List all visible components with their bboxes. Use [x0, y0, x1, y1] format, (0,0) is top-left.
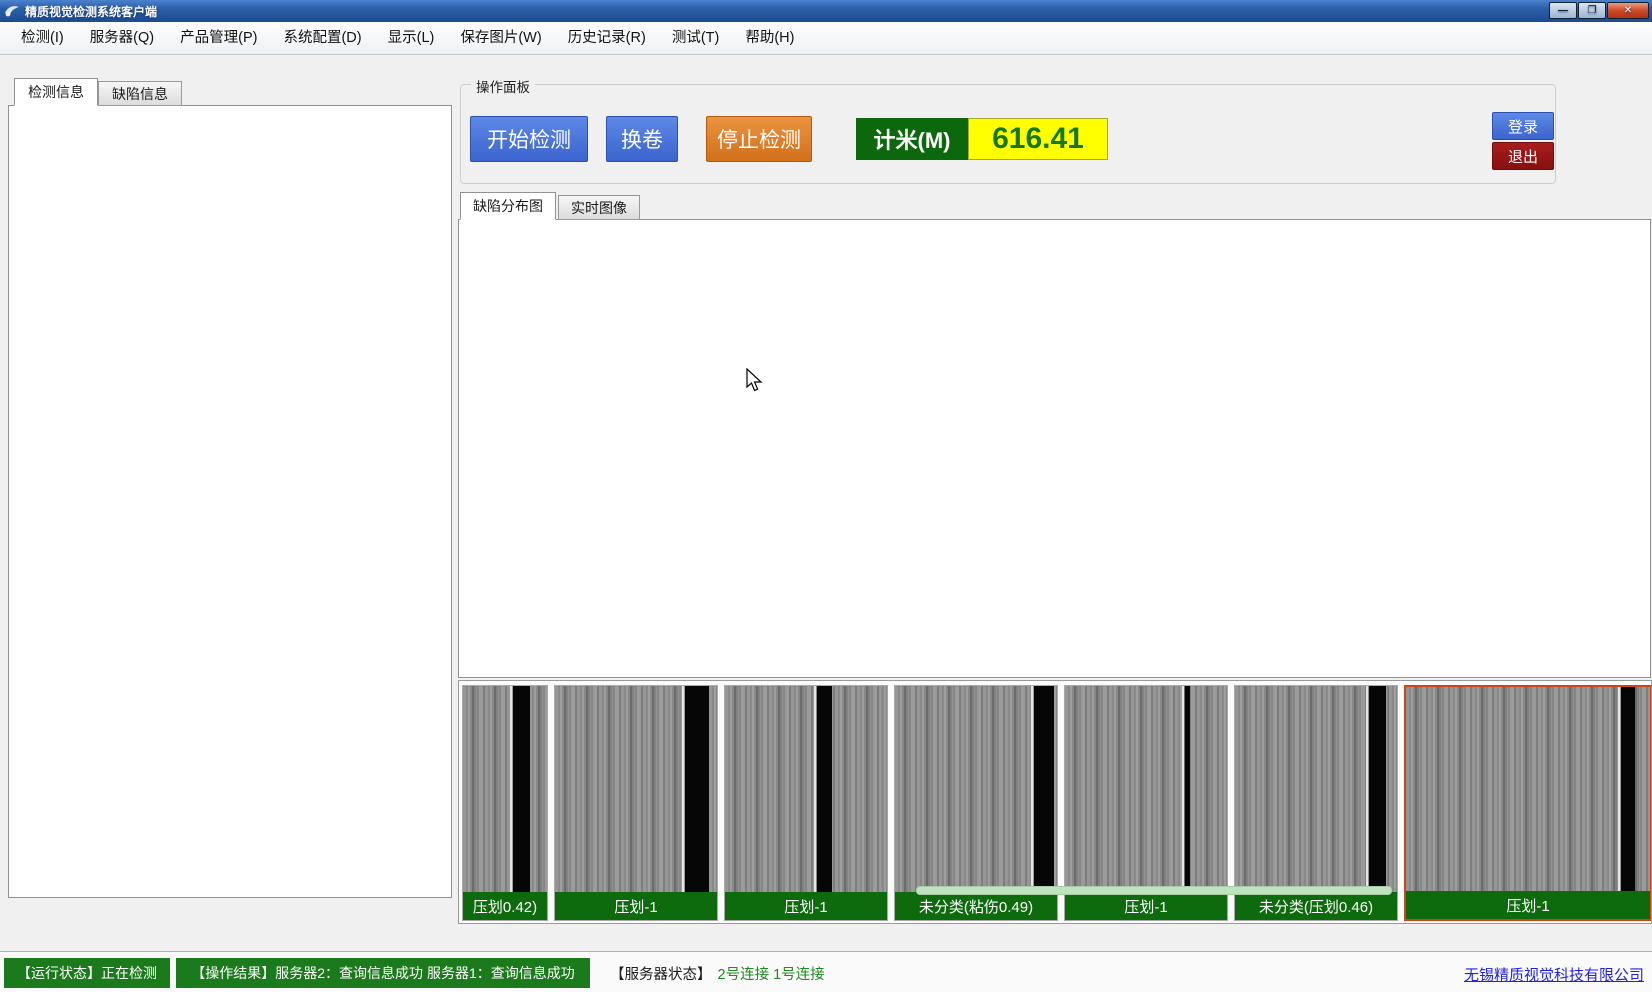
stop-detect-button[interactable]: 停止检测 — [706, 116, 812, 162]
tab-detect-info[interactable]: 检测信息 — [14, 78, 98, 106]
menu-item[interactable]: 产品管理(P) — [167, 22, 270, 54]
thumbnail-item[interactable]: 压划-1 — [554, 685, 718, 921]
defect-thumbnail-image — [1406, 687, 1650, 895]
defect-thumbnail-image — [1235, 686, 1397, 894]
company-link[interactable]: 无锡精质视觉科技有限公司 — [1464, 964, 1644, 985]
tab-defect-info[interactable]: 缺陷信息 — [98, 81, 182, 106]
thumbnail-item[interactable]: 压划0.42) — [462, 685, 548, 921]
defect-thumbnail-image — [463, 686, 547, 894]
menu-item[interactable]: 系统配置(D) — [270, 22, 374, 54]
server-status: 【服务器状态】 2号连接 1号连接 — [610, 958, 825, 988]
thumbnail-label: 未分类(粘伤0.49) — [895, 892, 1057, 920]
title-bar[interactable]: 精质视觉检测系统客户端 — ❐ ✕ — [0, 0, 1652, 22]
operation-result-badge: 【操作结果】服务器2：查询信息成功 服务器1：查询信息成功 — [176, 958, 590, 988]
defect-thumbnail-image — [1065, 686, 1227, 894]
exit-button[interactable]: 退出 — [1492, 142, 1554, 170]
menu-item[interactable]: 测试(T) — [659, 22, 733, 54]
left-tab-panel — [8, 105, 452, 898]
thumbnail-item[interactable]: 压划-1 — [1404, 685, 1652, 921]
defect-thumbnail-image — [555, 686, 717, 894]
tab-defect-distribution[interactable]: 缺陷分布图 — [460, 192, 556, 220]
menu-item[interactable]: 检测(I) — [8, 22, 77, 54]
menu-bar: 检测(I)服务器(Q)产品管理(P)系统配置(D)显示(L)保存图片(W)历史记… — [0, 22, 1652, 55]
app-icon — [4, 4, 20, 18]
thumbnail-label: 压划-1 — [725, 892, 887, 920]
menu-item[interactable]: 显示(L) — [375, 22, 448, 54]
change-roll-button[interactable]: 换卷 — [606, 116, 678, 162]
run-status-badge: 【运行状态】正在检测 — [4, 958, 170, 988]
server-status-value: 2号连接 1号连接 — [718, 963, 825, 984]
thumbnail-label: 压划-1 — [1406, 891, 1650, 919]
operation-panel-title: 操作面板 — [471, 76, 535, 96]
application-window: 精质视觉检测系统客户端 — ❐ ✕ 检测(I)服务器(Q)产品管理(P)系统配置… — [0, 0, 1652, 992]
meter-count-value: 616.41 — [968, 118, 1108, 160]
maximize-button[interactable]: ❐ — [1578, 2, 1606, 19]
menu-item[interactable]: 帮助(H) — [732, 22, 807, 54]
tab-realtime-image[interactable]: 实时图像 — [558, 195, 640, 220]
menu-item[interactable]: 保存图片(W) — [447, 22, 554, 54]
login-button[interactable]: 登录 — [1492, 112, 1554, 140]
thumbnail-label: 压划-1 — [555, 892, 717, 920]
minimize-button[interactable]: — — [1549, 2, 1577, 19]
defect-thumbnail-strip: 压划-1 未分类(压划0.46) 压划-1 未分类(粘伤0.49) 压划-1 压划-1 压划… — [458, 680, 1652, 924]
thumbnail-label: 压划0.42) — [463, 892, 547, 920]
server-status-label: 【服务器状态】 — [610, 963, 712, 984]
thumbnail-label: 压划-1 — [1065, 892, 1227, 920]
close-button[interactable]: ✕ — [1607, 2, 1649, 19]
defect-thumbnail-image — [895, 686, 1057, 894]
menu-item[interactable]: 历史记录(R) — [555, 22, 659, 54]
status-bar: 【运行状态】正在检测 【操作结果】服务器2：查询信息成功 服务器1：查询信息成功… — [0, 951, 1652, 992]
defect-thumbnail-image — [725, 686, 887, 894]
menu-item[interactable]: 服务器(Q) — [77, 22, 167, 54]
window-title: 精质视觉检测系统客户端 — [25, 3, 157, 20]
thumbnail-label: 未分类(压划0.46) — [1235, 892, 1397, 920]
thumbnail-item[interactable]: 压划-1 — [724, 685, 888, 921]
chart-tab-page — [458, 219, 1651, 678]
start-detect-button[interactable]: 开始检测 — [470, 116, 588, 162]
thumbnail-strip-scrollbar[interactable] — [916, 886, 1392, 895]
meter-count-label: 计米(M) — [856, 118, 968, 160]
